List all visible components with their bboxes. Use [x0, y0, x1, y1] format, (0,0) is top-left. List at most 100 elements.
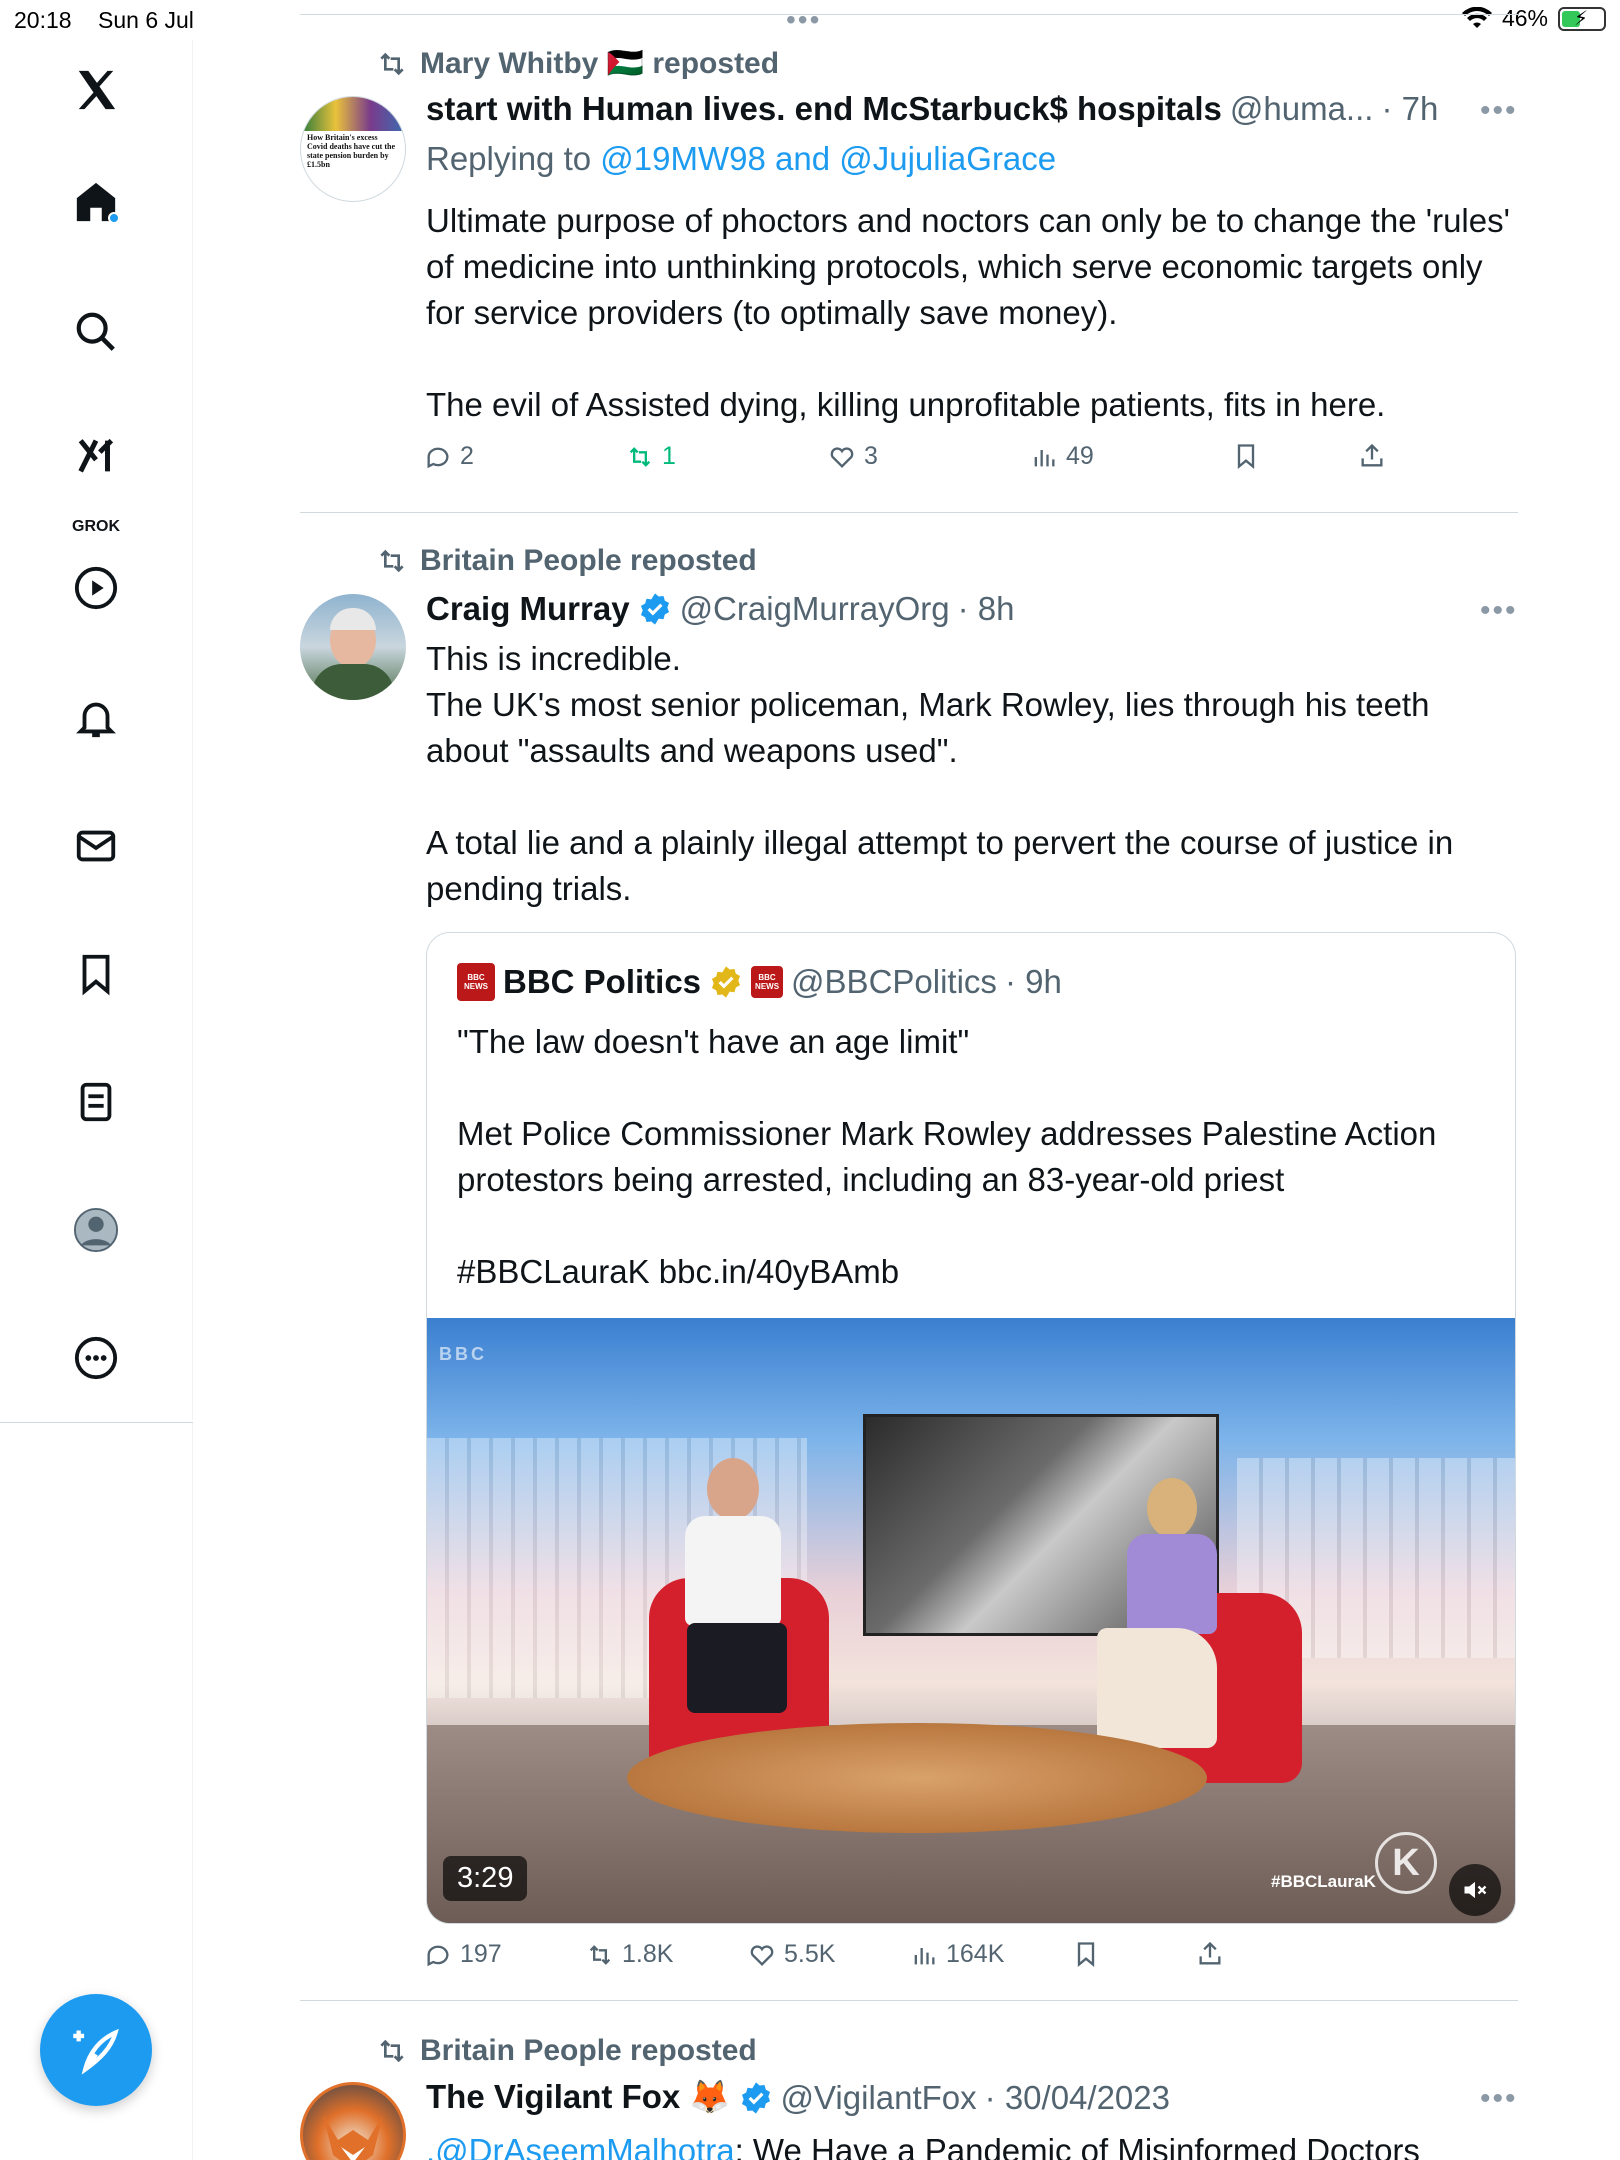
- reply-count: 197: [460, 1940, 502, 1968]
- like-button[interactable]: 3: [828, 442, 878, 471]
- repost-indicator[interactable]: Britain People reposted: [376, 544, 757, 578]
- avatar[interactable]: [300, 2082, 406, 2160]
- repost-icon: [380, 52, 404, 75]
- tweet-actions: 197 1.8K 5.5K 164K: [424, 1940, 1424, 1980]
- repost-by-label: Britain People reposted: [420, 2034, 757, 2067]
- more-options-icon[interactable]: •••: [1480, 2082, 1518, 2116]
- share-icon: [1361, 443, 1383, 467]
- presenter-figure: [1087, 1478, 1237, 1758]
- more-options-icon[interactable]: [66, 1328, 126, 1388]
- verified-badge-icon: [741, 2081, 770, 2114]
- more-options-icon[interactable]: •••: [1480, 594, 1518, 628]
- bookmarks-icon[interactable]: [66, 944, 126, 1004]
- profile-avatar-icon[interactable]: [66, 1200, 126, 1260]
- notifications-bell-icon[interactable]: [66, 688, 126, 748]
- share-button[interactable]: [1196, 1940, 1224, 1968]
- reply-button[interactable]: 197: [424, 1940, 502, 1969]
- feed-divider: [300, 2000, 1518, 2001]
- bookmark-button[interactable]: [1232, 442, 1260, 470]
- repost-count: 1: [662, 442, 676, 470]
- repost-icon: [629, 446, 651, 467]
- video-player[interactable]: BBC 3:29 #BBCLauraK K: [427, 1318, 1515, 1923]
- avatar-headline: How Britain's excess Covid deaths have c…: [307, 133, 396, 169]
- video-play-icon[interactable]: [66, 558, 126, 618]
- author-name[interactable]: The Vigilant Fox 🦊: [426, 2078, 731, 2117]
- status-date: Sun 6 Jul: [98, 7, 194, 33]
- quote-header: BBC NEWS BBC Politics BBC NEWS @BBCPolitic…: [457, 963, 1062, 1001]
- video-hashtag: #BBCLauraK: [1271, 1872, 1376, 1891]
- author-handle[interactable]: @VigilantFox: [781, 2079, 977, 2117]
- repost-icon: [380, 2039, 404, 2063]
- bookmark-icon: [1237, 444, 1255, 469]
- tweet-actions: 2 1 3 49: [424, 442, 1424, 482]
- bbc-affiliate-badge-icon: BBC NEWS: [751, 966, 784, 998]
- repost-button[interactable]: 1: [626, 442, 676, 471]
- quote-author-name[interactable]: BBC Politics: [503, 963, 701, 1001]
- battery-icon: ⚡: [1558, 6, 1606, 31]
- multitasking-dots-icon[interactable]: •••: [786, 4, 821, 36]
- speaker-muted-icon: [1464, 1881, 1487, 1899]
- views-chart-icon: [914, 1947, 935, 1964]
- verified-badge-icon: [640, 593, 669, 625]
- like-count: 3: [864, 442, 878, 470]
- x-logo-icon[interactable]: [66, 60, 126, 120]
- bookmark-icon: [1077, 1942, 1095, 1967]
- tweet-time[interactable]: · 7h: [1381, 90, 1438, 128]
- feed-divider: [300, 512, 1518, 513]
- reply-button[interactable]: 2: [424, 442, 474, 471]
- tweet-text-rest: : We Have a Pandemic of Misinformed Doct…: [734, 2132, 1420, 2160]
- tweet-header: Craig Murray @CraigMurrayOrg · 8h: [426, 590, 1014, 628]
- quote-author-handle[interactable]: @BBCPolitics: [791, 963, 997, 1001]
- repost-indicator[interactable]: Britain People reposted: [376, 2034, 757, 2068]
- grok-icon[interactable]: [66, 426, 126, 486]
- repost-button[interactable]: 1.8K: [586, 1940, 673, 1969]
- video-duration: 3:29: [443, 1856, 528, 1901]
- repost-by-label: Mary Whitby 🇵🇸 reposted: [420, 47, 780, 80]
- views-button[interactable]: 49: [1030, 442, 1094, 471]
- tweet-header: The Vigilant Fox 🦊 @VigilantFox · 30/04/…: [426, 2078, 1170, 2117]
- author-handle[interactable]: @CraigMurrayOrg: [680, 590, 950, 628]
- replying-prefix: Replying to: [426, 140, 592, 177]
- tweet-text: .@DrAseemMalhotra: We Have a Pandemic of…: [426, 2128, 1516, 2160]
- fox-avatar-icon: [323, 2115, 383, 2160]
- reply-icon: [427, 447, 449, 468]
- compose-feather-icon: [73, 2028, 119, 2075]
- notification-dot: [108, 212, 120, 224]
- repost-icon: [380, 549, 404, 573]
- status-time: 20:18: [14, 7, 72, 33]
- gold-verified-badge-icon: [712, 966, 741, 998]
- tweet-text: This is incredible. The UK's most senior…: [426, 640, 1454, 907]
- tweet-time[interactable]: · 8h: [958, 590, 1015, 628]
- mute-button[interactable]: [1449, 1864, 1501, 1916]
- lists-icon[interactable]: [66, 1072, 126, 1132]
- quote-time[interactable]: · 9h: [1005, 963, 1062, 1001]
- show-logo: K: [1375, 1832, 1437, 1894]
- mention-link[interactable]: .@DrAseemMalhotra: [426, 2132, 735, 2160]
- author-handle[interactable]: @huma...: [1230, 90, 1374, 128]
- feed-divider: [300, 14, 1518, 15]
- messages-mail-icon[interactable]: [66, 816, 126, 876]
- repost-by-label: Britain People reposted: [420, 544, 757, 577]
- tweet-time[interactable]: · 30/04/2023: [985, 2079, 1170, 2117]
- views-count: 49: [1066, 442, 1094, 470]
- bbc-watermark: BBC: [439, 1344, 487, 1364]
- views-button[interactable]: 164K: [910, 1940, 1004, 1969]
- sidebar: GROK: [0, 40, 193, 1420]
- like-button[interactable]: 5.5K: [748, 1940, 835, 1969]
- author-name[interactable]: start with Human lives. end McStarbuck$ …: [426, 90, 1222, 128]
- grok-label: GROK: [72, 518, 120, 535]
- share-icon: [1199, 1941, 1221, 1965]
- bookmark-button[interactable]: [1072, 1940, 1100, 1968]
- repost-indicator[interactable]: Mary Whitby 🇵🇸 reposted: [376, 46, 779, 81]
- avatar[interactable]: How Britain's excess Covid deaths have c…: [300, 96, 406, 202]
- author-name[interactable]: Craig Murray: [426, 590, 630, 628]
- replying-to-link[interactable]: @19MW98 and @JujuliaGrace: [600, 140, 1056, 177]
- avatar[interactable]: [300, 594, 406, 700]
- heart-icon: [830, 446, 854, 468]
- more-options-icon[interactable]: •••: [1480, 94, 1518, 128]
- quoted-tweet[interactable]: BBC NEWS BBC Politics BBC NEWS @BBCPolitic…: [426, 932, 1516, 1924]
- compose-post-button[interactable]: [40, 1994, 152, 2106]
- search-icon[interactable]: [66, 302, 126, 362]
- reply-count: 2: [460, 442, 474, 470]
- share-button[interactable]: [1358, 442, 1386, 470]
